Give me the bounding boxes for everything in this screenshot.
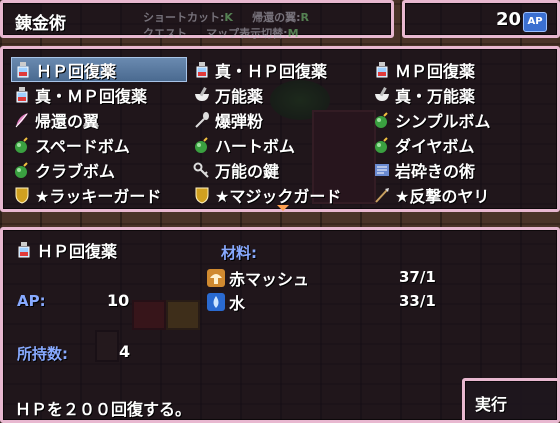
- recipe-item-label: 真・万能薬: [395, 86, 476, 106]
- recipe-item[interactable]: スペードボム: [11, 132, 191, 157]
- ap-cost-label: AP:: [17, 292, 46, 310]
- recipe-item-label: 帰還の翼: [35, 111, 100, 131]
- recipe-list-window: ＨＰ回復薬 真・ＨＰ回復薬 ＭＰ回復薬真・ＭＰ回復薬 万能薬 真・万能薬帰還の翼 爆弾粉 シ…: [0, 46, 560, 212]
- ap-badge: AP: [523, 12, 547, 32]
- recipe-item[interactable]: ★反撃のヤリ: [371, 182, 551, 207]
- material-row: 赤マッシュ: [207, 266, 309, 290]
- bomb-icon: [13, 161, 31, 179]
- recipe-item-label: スペードボム: [35, 136, 130, 156]
- material-count: 33/1: [399, 292, 436, 310]
- recipe-item-label: 岩砕きの術: [395, 161, 476, 181]
- recipe-item[interactable]: ダイヤボム: [371, 132, 551, 157]
- material-row: 水: [207, 290, 245, 314]
- execute-label: 実行: [475, 395, 508, 414]
- recipe-item-label: シンプルボム: [395, 111, 491, 131]
- bomb-icon: [373, 136, 391, 154]
- material-count: 37/1: [399, 268, 436, 286]
- recipe-item-label: 爆弾粉: [215, 111, 264, 131]
- recipe-item-label: ＭＰ回復薬: [395, 61, 476, 81]
- scroll-down-arrow-icon[interactable]: [277, 205, 289, 211]
- menu-title: 錬金術: [15, 14, 66, 34]
- mortar-icon: [193, 86, 211, 104]
- recipe-item-label: ★ラッキーガード: [35, 186, 162, 206]
- recipe-item[interactable]: ハートボム: [191, 132, 371, 157]
- mushroom-icon: [207, 269, 225, 287]
- spear-icon: [373, 186, 391, 204]
- material-name: 水: [229, 294, 246, 313]
- recipe-item[interactable]: 爆弾粉: [191, 107, 371, 132]
- bomb-icon: [13, 136, 31, 154]
- ap-cost-value: 10: [107, 291, 130, 310]
- owned-label: 所持数:: [17, 345, 68, 363]
- recipe-item-label: 万能の鍵: [215, 161, 280, 181]
- key-icon: [193, 161, 211, 179]
- bomb-icon: [193, 136, 211, 154]
- recipe-item[interactable]: 万能の鍵: [191, 157, 371, 182]
- materials-label: 材料:: [221, 244, 257, 262]
- recipe-item[interactable]: 真・万能薬: [371, 82, 551, 107]
- recipe-item[interactable]: 万能薬: [191, 82, 371, 107]
- title-window: 錬金術 ショートカット:K 帰還の翼:R クエスト マップ表示切替:M: [0, 0, 394, 40]
- recipe-item[interactable]: ★ラッキーガード: [11, 182, 191, 207]
- bomb-icon: [373, 111, 391, 129]
- recipe-item-label: ダイヤボム: [395, 136, 475, 156]
- potion-icon: [15, 241, 33, 259]
- ghost-shortcut-hint: ショートカット:K 帰還の翼:R: [143, 11, 309, 24]
- recipe-item-label: 真・ＭＰ回復薬: [35, 86, 148, 106]
- shield-icon: [13, 186, 31, 204]
- water-icon: [207, 293, 225, 311]
- recipe-item-label: ★反撃のヤリ: [395, 186, 490, 206]
- recipe-item-label: ＨＰ回復薬: [36, 61, 117, 81]
- recipe-item[interactable]: 真・ＨＰ回復薬: [191, 57, 371, 82]
- shield-icon: [193, 186, 211, 204]
- recipe-item-label: 万能薬: [215, 86, 264, 106]
- detail-item-name: ＨＰ回復薬: [15, 238, 117, 262]
- ap-value: 20: [495, 9, 521, 30]
- potion-icon: [13, 86, 31, 104]
- feather-icon: [13, 111, 31, 129]
- potion-icon: [373, 61, 391, 79]
- recipe-item[interactable]: ＨＰ回復薬: [11, 57, 187, 82]
- recipe-item[interactable]: ★マジックガード: [191, 182, 371, 207]
- scroll-icon: [373, 161, 391, 179]
- spoon-icon: [193, 111, 211, 129]
- recipe-item[interactable]: シンプルボム: [371, 107, 551, 132]
- execute-button[interactable]: 実行: [462, 378, 560, 423]
- owned-value: 4: [119, 342, 131, 361]
- item-description: ＨＰを２００回復する。: [15, 400, 192, 419]
- material-name: 赤マッシュ: [229, 270, 310, 289]
- recipe-item[interactable]: 帰還の翼: [11, 107, 191, 132]
- mortar-icon: [373, 86, 391, 104]
- recipe-item-label: ★マジックガード: [215, 186, 342, 206]
- recipe-item[interactable]: クラブボム: [11, 157, 191, 182]
- recipe-item-label: 真・ＨＰ回復薬: [215, 61, 328, 81]
- recipe-item-label: ハートボム: [215, 136, 296, 156]
- recipe-item[interactable]: 真・ＭＰ回復薬: [11, 82, 191, 107]
- ghost-row2-hint: クエスト マップ表示切替:M: [143, 27, 299, 40]
- recipe-item[interactable]: 岩砕きの術: [371, 157, 551, 182]
- ap-window: 20 AP: [402, 0, 560, 38]
- recipe-grid: ＨＰ回復薬 真・ＨＰ回復薬 ＭＰ回復薬真・ＭＰ回復薬 万能薬 真・万能薬帰還の翼 爆弾粉 シ…: [11, 57, 551, 207]
- potion-icon: [193, 61, 211, 79]
- potion-icon: [14, 61, 32, 79]
- recipe-item-label: クラブボム: [35, 161, 116, 181]
- recipe-item[interactable]: ＭＰ回復薬: [371, 57, 551, 82]
